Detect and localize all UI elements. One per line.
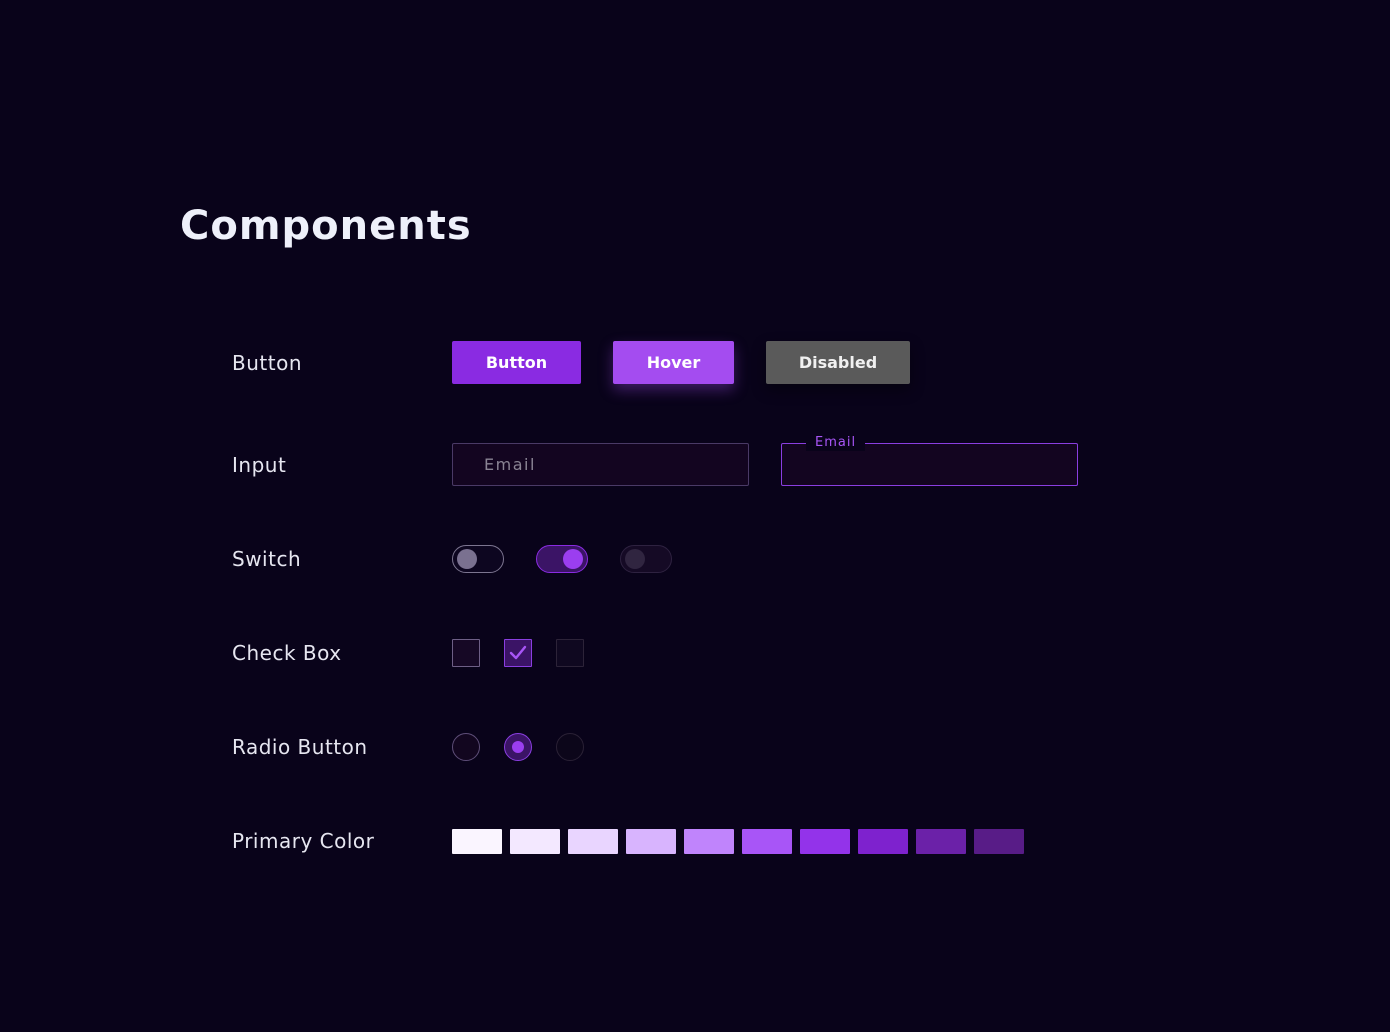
- row-label-switch: Switch: [232, 547, 302, 571]
- row-label-radio: Radio Button: [232, 735, 368, 759]
- switch-knob: [563, 549, 583, 569]
- color-swatch: [916, 829, 966, 854]
- checkbox-disabled: [556, 639, 584, 667]
- email-input-default-wrapper: [452, 443, 749, 486]
- color-swatch: [684, 829, 734, 854]
- color-swatch: [568, 829, 618, 854]
- color-swatch: [742, 829, 792, 854]
- row-label-primary-color: Primary Color: [232, 829, 375, 853]
- switch-disabled: [620, 545, 672, 573]
- checkbox-unchecked[interactable]: [452, 639, 480, 667]
- primary-button[interactable]: Button: [452, 341, 581, 384]
- check-icon: [509, 645, 527, 660]
- color-swatch: [510, 829, 560, 854]
- radio-selected[interactable]: [504, 733, 532, 761]
- checkbox-checked[interactable]: [504, 639, 532, 667]
- page-title: Components: [180, 203, 472, 249]
- switch-knob: [457, 549, 477, 569]
- color-swatch: [858, 829, 908, 854]
- hover-button[interactable]: Hover: [613, 341, 734, 384]
- color-swatch: [626, 829, 676, 854]
- row-label-input: Input: [232, 453, 287, 477]
- row-label-button: Button: [232, 351, 302, 375]
- email-input-default[interactable]: [453, 444, 748, 485]
- radio-dot: [512, 741, 524, 753]
- color-swatch: [974, 829, 1024, 854]
- switch-off[interactable]: [452, 545, 504, 573]
- email-floating-label: Email: [806, 435, 866, 451]
- row-label-checkbox: Check Box: [232, 641, 342, 665]
- disabled-button: Disabled: [766, 341, 910, 384]
- switch-knob: [625, 549, 645, 569]
- radio-unselected[interactable]: [452, 733, 480, 761]
- switch-on[interactable]: [536, 545, 588, 573]
- color-swatch: [800, 829, 850, 854]
- radio-disabled: [556, 733, 584, 761]
- email-input-focused-wrapper: Email: [781, 435, 1078, 486]
- color-swatch: [452, 829, 502, 854]
- primary-color-palette: [452, 829, 1024, 854]
